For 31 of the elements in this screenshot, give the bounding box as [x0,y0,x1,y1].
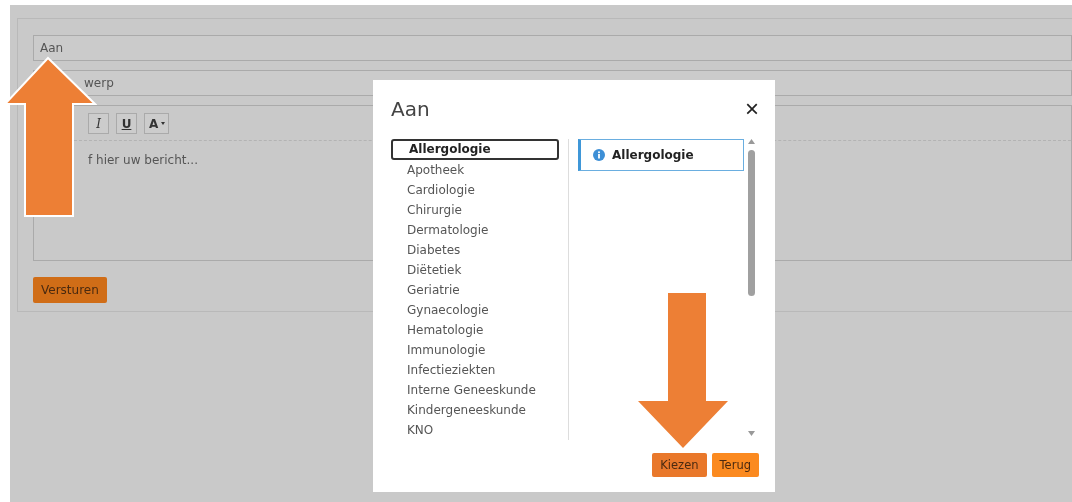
department-item[interactable]: Apotheek [391,159,568,180]
department-item[interactable]: Diabetes [391,239,568,260]
chosen-item[interactable]: Allergologie [578,139,744,171]
italic-button[interactable]: I [88,113,109,134]
department-item[interactable]: KNO [391,419,568,440]
recipient-field[interactable]: Aan [33,35,1072,61]
message-placeholder: f hier uw bericht... [88,153,198,167]
department-item[interactable]: Geriatrie [391,279,568,300]
department-item[interactable]: Gynaecologie [391,299,568,320]
department-item[interactable]: Diëtetiek [391,259,568,280]
department-item[interactable]: Hematologie [391,319,568,340]
department-item[interactable]: Dermatologie [391,219,568,240]
color-button[interactable]: A [144,113,169,134]
scroll-up-icon[interactable] [748,139,755,144]
underline-button[interactable]: U [116,113,137,134]
back-button[interactable]: Terug [711,453,759,477]
choose-button[interactable]: Kiezen [652,453,707,477]
department-item[interactable]: Immunologie [391,339,568,360]
department-item[interactable]: Allergologie [391,139,559,160]
send-button[interactable]: Versturen [33,277,107,303]
department-item[interactable]: Kindergeneeskunde [391,399,568,420]
department-item[interactable]: Chirurgie [391,199,568,220]
scroll-down-icon[interactable] [748,431,755,436]
dialog-title: Aan [391,97,430,121]
chosen-label: Allergologie [612,148,694,162]
close-button[interactable]: × [745,97,759,121]
department-item[interactable]: Cardiologie [391,179,568,200]
department-item[interactable]: Infectieziekten [391,359,568,380]
caret-icon [161,122,166,125]
info-icon [593,149,605,161]
department-item[interactable]: Interne Geneeskunde [391,379,568,400]
